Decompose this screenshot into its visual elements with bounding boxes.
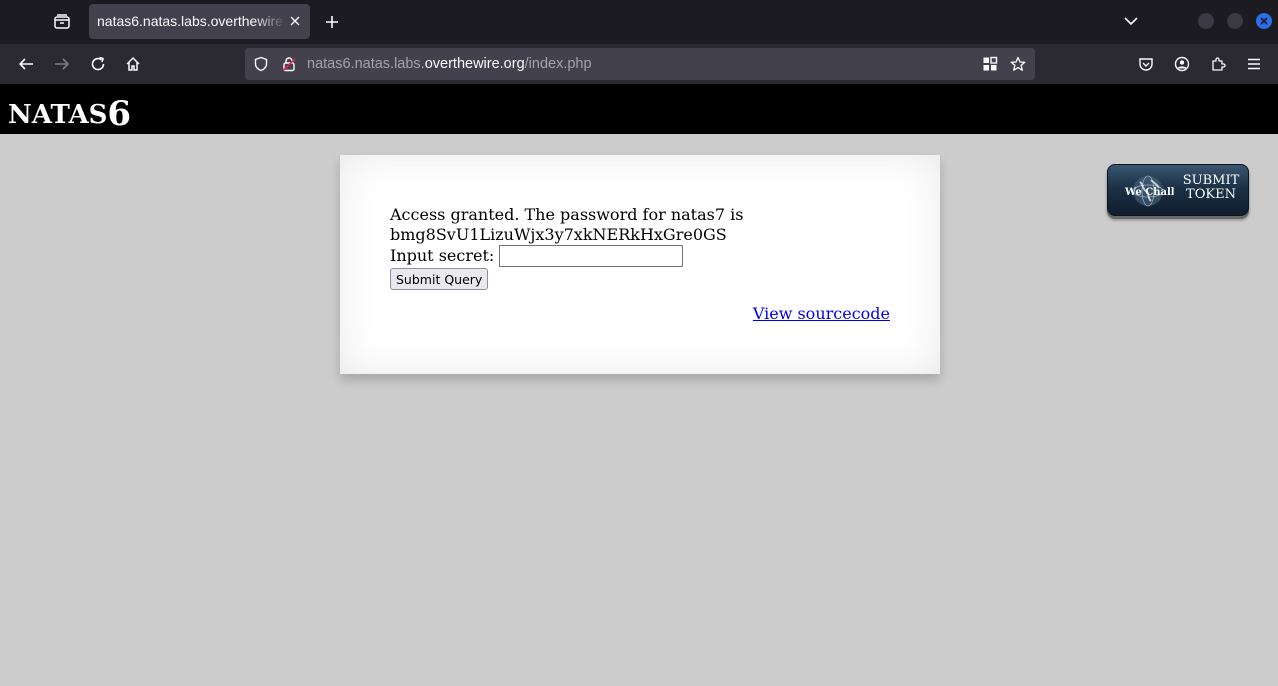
url-bar[interactable]: natas6.natas.labs.overthewire.org/index.…: [245, 48, 1035, 80]
close-icon[interactable]: [287, 13, 303, 29]
url-text[interactable]: natas6.natas.labs.overthewire.org/index.…: [307, 56, 592, 72]
tab-title: natas6.natas.labs.overthewire.org: [97, 13, 287, 29]
page-header: NATAS6: [0, 84, 1278, 134]
url-host: overthewire.org: [424, 56, 525, 72]
minimize-button[interactable]: [1198, 13, 1214, 29]
wechall-label: SUBMIT TOKEN: [1180, 174, 1242, 202]
extensions-icon[interactable]: [1206, 52, 1230, 76]
page-title: NATAS6: [8, 92, 132, 134]
reload-icon[interactable]: [86, 52, 110, 76]
maximize-button[interactable]: [1227, 13, 1243, 29]
wechall-globe-logo: We Chall: [1120, 173, 1175, 209]
content-text: Access granted. The password for natas7 …: [390, 205, 743, 290]
title-name: NATAS: [8, 100, 108, 130]
wechall-submit-token-button[interactable]: We Chall SUBMIT TOKEN: [1107, 164, 1249, 216]
pocket-icon[interactable]: [1134, 52, 1158, 76]
chevron-down-icon[interactable]: [1120, 10, 1142, 32]
content-box: Access granted. The password for natas7 …: [340, 155, 940, 374]
home-icon[interactable]: [121, 52, 145, 76]
star-icon[interactable]: [1010, 56, 1026, 72]
menu-icon[interactable]: [1242, 52, 1266, 76]
shield-icon[interactable]: [253, 56, 269, 72]
web-page: NATAS6 Access granted. The password for …: [0, 84, 1278, 686]
secret-input[interactable]: [499, 245, 684, 267]
browser-nav-bar: natas6.natas.labs.overthewire.org/index.…: [0, 44, 1278, 84]
window-close-button[interactable]: [1256, 13, 1272, 29]
secret-form-row: Input secret:: [390, 245, 743, 267]
account-icon[interactable]: [1170, 52, 1194, 76]
svg-text:We Chall: We Chall: [1124, 187, 1174, 198]
wechall-line1: SUBMIT: [1182, 173, 1240, 188]
tab-list-icon[interactable]: [50, 10, 74, 34]
forward-icon[interactable]: [50, 52, 74, 76]
qr-code-icon[interactable]: [982, 56, 998, 72]
view-sourcecode-link[interactable]: View sourcecode: [753, 304, 890, 323]
insecure-lock-icon[interactable]: [281, 56, 297, 72]
password-text: bmg8SvU1LizuWjx3y7xkNERkHxGre0GS: [390, 224, 727, 244]
back-icon[interactable]: [14, 52, 38, 76]
plus-icon[interactable]: [320, 10, 344, 34]
url-path: /index.php: [524, 56, 592, 72]
wechall-line2: TOKEN: [1186, 187, 1236, 202]
submit-query-button[interactable]: Submit Query: [390, 268, 489, 290]
browser-tab-bar: natas6.natas.labs.overthewire.org: [0, 0, 1278, 44]
url-prefix: natas6.natas.labs.: [307, 56, 425, 72]
access-message: Access granted. The password for natas7 …: [390, 205, 744, 224]
title-level: 6: [107, 94, 132, 134]
input-secret-label: Input secret:: [390, 246, 495, 266]
browser-tab[interactable]: natas6.natas.labs.overthewire.org: [89, 4, 310, 39]
